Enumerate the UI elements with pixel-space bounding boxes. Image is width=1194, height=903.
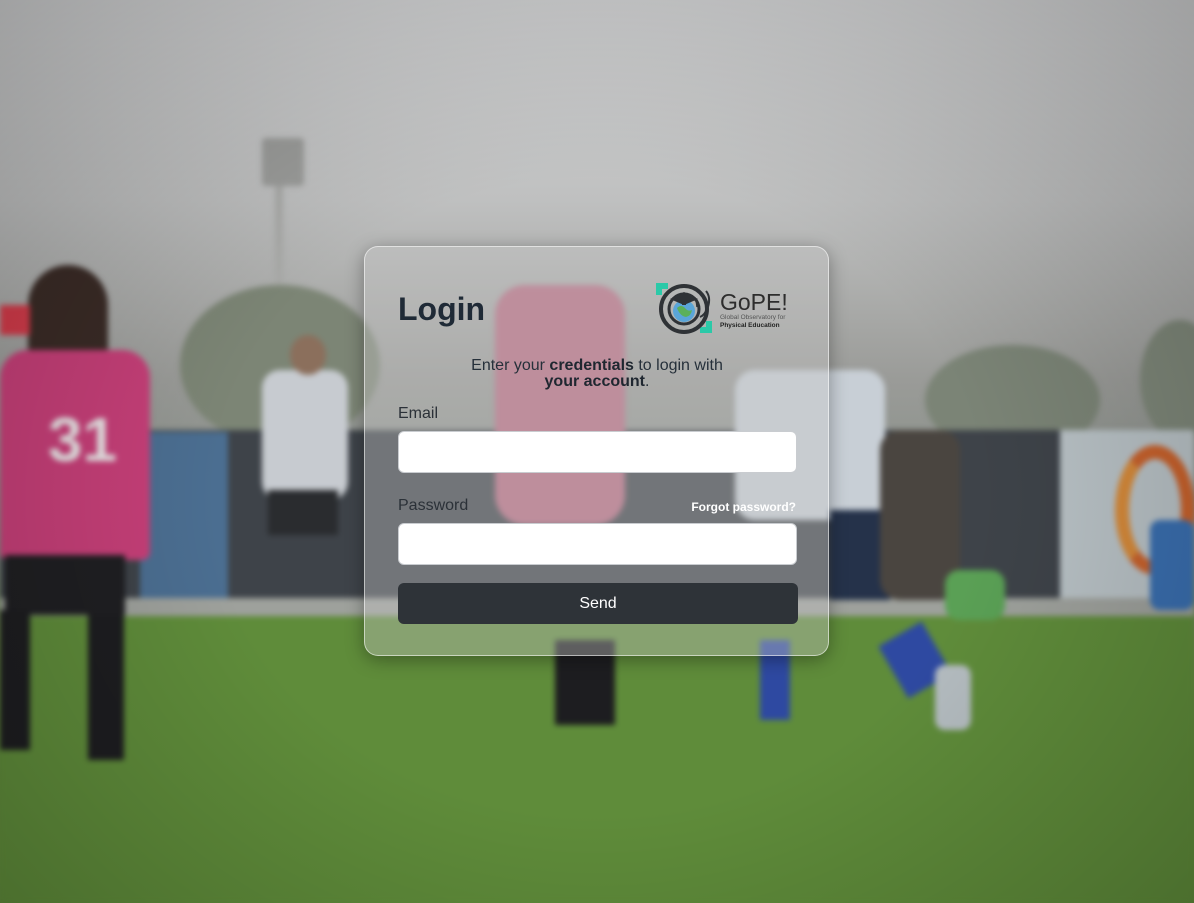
email-label: Email xyxy=(398,405,439,422)
forgot-password-link[interactable]: Forgot password? xyxy=(691,500,796,514)
intro-credentials: credentials xyxy=(549,357,634,374)
card-header: Login GoPE! Global Observatory for Physi… xyxy=(398,283,796,339)
page-title: Login xyxy=(398,291,486,327)
logo-name: GoPE! xyxy=(720,289,788,315)
send-button[interactable]: Send xyxy=(398,583,798,624)
intro-part1: Enter your xyxy=(471,357,550,374)
password-label: Password xyxy=(398,497,469,514)
intro-part3: . xyxy=(645,373,650,390)
password-field[interactable] xyxy=(398,523,797,565)
gope-logo: GoPE! Global Observatory for Physical Ed… xyxy=(656,283,796,339)
email-field[interactable] xyxy=(398,431,797,473)
login-card: Login GoPE! Global Observatory for Physi… xyxy=(364,246,829,656)
intro-text: Enter your credentials to login with your… xyxy=(398,358,796,390)
logo-subtitle-line1: Global Observatory for xyxy=(720,314,786,321)
logo-subtitle-line2: Physical Education xyxy=(720,322,780,329)
globe-icon xyxy=(656,283,712,334)
intro-your-account: your account xyxy=(544,373,645,390)
intro-part2: to login with xyxy=(633,357,723,374)
